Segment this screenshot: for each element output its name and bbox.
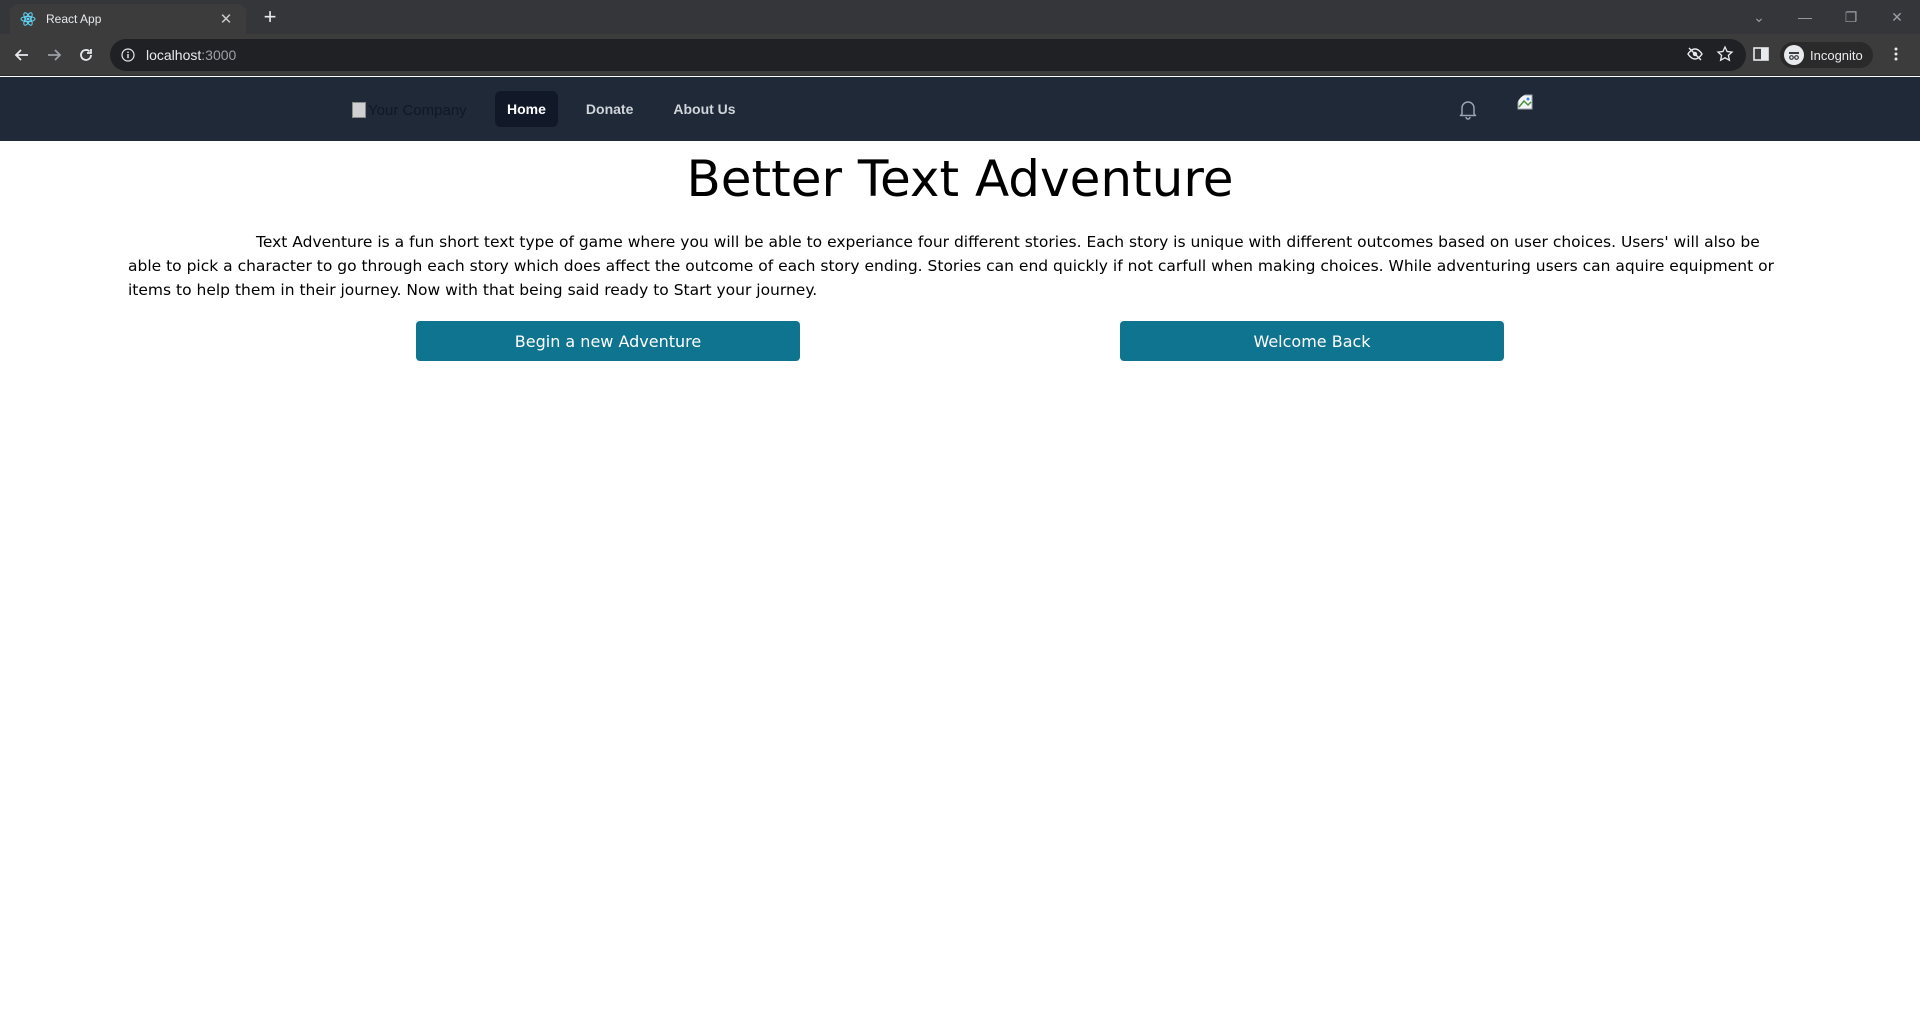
bookmark-star-icon[interactable] xyxy=(1716,45,1734,66)
tab-title: React App xyxy=(46,12,102,26)
back-icon[interactable] xyxy=(10,43,34,67)
welcome-back-button[interactable]: Welcome Back xyxy=(1120,321,1504,361)
toolbar-right: Incognito xyxy=(1752,42,1899,68)
incognito-profile-button[interactable]: Incognito xyxy=(1780,42,1873,68)
browser-tab[interactable]: React App ✕ xyxy=(10,4,246,34)
url-text: localhost:3000 xyxy=(146,47,236,63)
new-tab-button[interactable]: + xyxy=(258,6,282,30)
incognito-label: Incognito xyxy=(1810,47,1863,63)
nav-links: Home Donate About Us xyxy=(495,91,748,127)
app-navbar: Your Company Home Donate About Us xyxy=(0,77,1920,141)
page-title: Better Text Adventure xyxy=(686,150,1234,208)
close-window-icon[interactable]: ✕ xyxy=(1874,9,1920,26)
broken-image-icon xyxy=(352,102,366,118)
url-host: localhost xyxy=(146,47,202,63)
nav-link-donate[interactable]: Donate xyxy=(574,91,645,127)
intro-paragraph: Text Adventure is a fun short text type … xyxy=(128,233,1774,299)
company-logo[interactable]: Your Company xyxy=(352,94,472,126)
minimize-icon[interactable]: — xyxy=(1782,9,1828,25)
incognito-icon xyxy=(1784,45,1804,65)
reload-icon[interactable] xyxy=(74,43,98,67)
forward-icon[interactable] xyxy=(42,43,66,67)
nav-link-home[interactable]: Home xyxy=(495,91,558,127)
eye-off-icon[interactable] xyxy=(1686,45,1704,66)
restore-icon[interactable]: ❐ xyxy=(1828,9,1874,26)
side-panel-icon[interactable] xyxy=(1752,45,1770,66)
site-info-icon[interactable] xyxy=(120,47,136,63)
window-controls: ⌄ — ❐ ✕ xyxy=(1736,0,1920,34)
notifications-bell-icon[interactable] xyxy=(1456,97,1480,121)
tab-search-icon[interactable]: ⌄ xyxy=(1736,9,1782,26)
react-logo-icon xyxy=(20,11,36,27)
browser-tab-bar: React App ✕ + ⌄ — ❐ ✕ xyxy=(0,0,1920,34)
close-tab-icon[interactable]: ✕ xyxy=(216,9,236,29)
user-avatar[interactable] xyxy=(1516,93,1548,125)
url-port: :3000 xyxy=(201,47,237,63)
address-bar[interactable]: localhost:3000 xyxy=(110,39,1746,71)
browser-menu-icon[interactable] xyxy=(1893,45,1899,66)
nav-link-about-us[interactable]: About Us xyxy=(661,91,747,127)
browser-toolbar: localhost:3000 Incognito xyxy=(0,34,1920,76)
logo-alt-text: Your Company xyxy=(368,101,467,119)
begin-new-adventure-button[interactable]: Begin a new Adventure xyxy=(416,321,800,361)
